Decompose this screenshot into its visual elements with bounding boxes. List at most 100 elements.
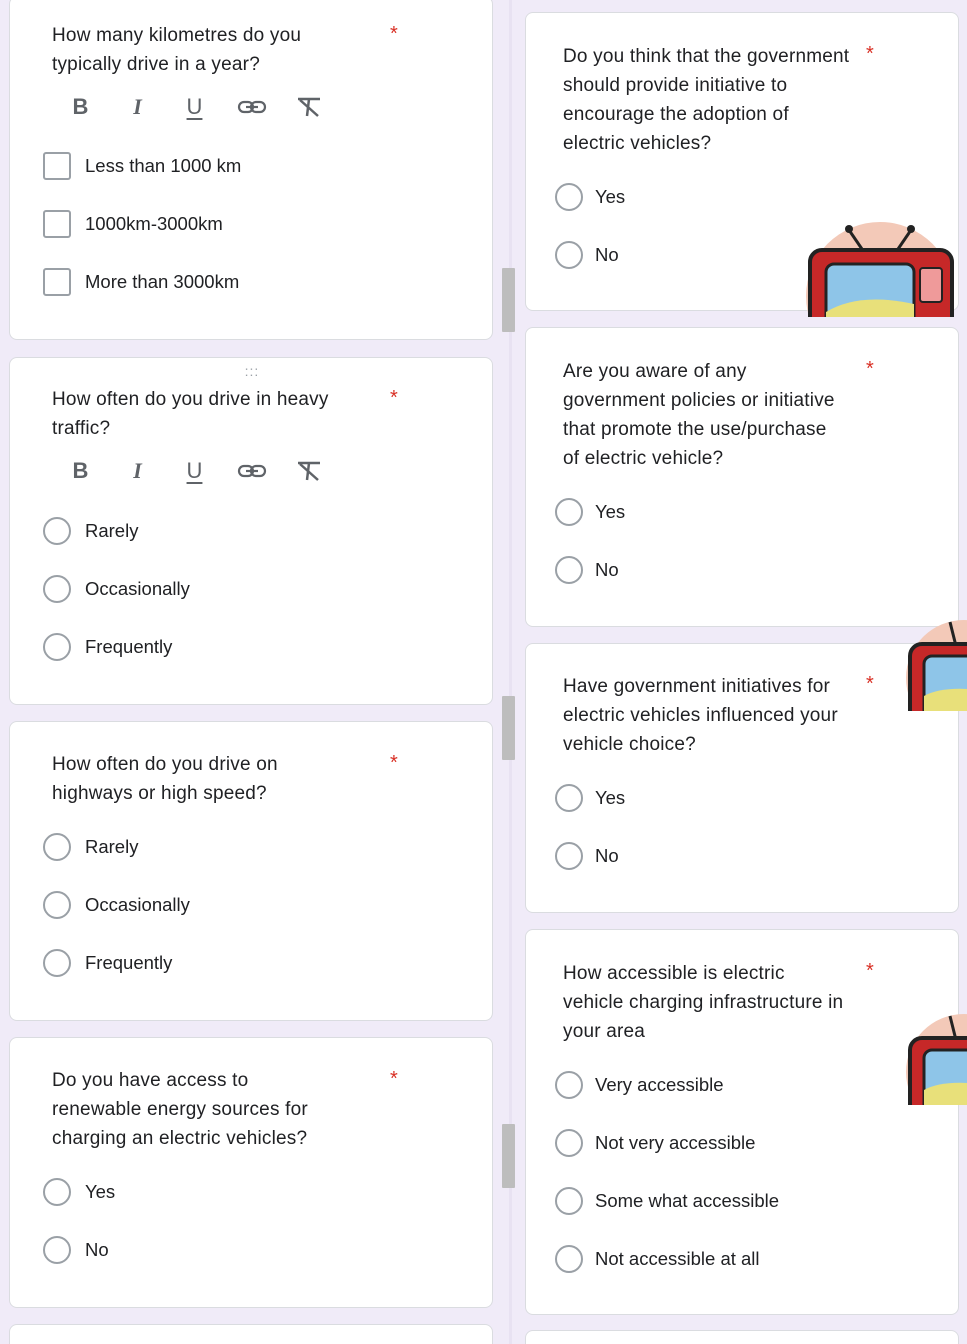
bold-icon: B	[72, 94, 89, 119]
option-row[interactable]: No	[555, 240, 619, 270]
option-row[interactable]: Some what accessible	[555, 1186, 779, 1216]
option-row[interactable]: Frequently	[43, 948, 172, 978]
option-row[interactable]: Occasionally	[43, 574, 190, 604]
option-label: Not very accessible	[595, 1132, 756, 1153]
option-label: Yes	[595, 787, 626, 808]
question-title-line: electric vehicles influenced your	[563, 705, 838, 726]
option-label: Some what accessible	[595, 1190, 780, 1211]
option-row[interactable]: Rarely	[43, 832, 138, 862]
question-title: Do you think that the government should …	[563, 42, 849, 158]
option-row[interactable]: Less than 1000 km	[43, 151, 241, 181]
option-row[interactable]: Frequently	[43, 632, 172, 662]
option-row[interactable]: 1000km-3000km	[43, 209, 223, 239]
checkbox[interactable]	[43, 152, 71, 180]
underline-icon: U	[186, 458, 203, 483]
required-asterisk: *	[866, 358, 874, 380]
link-button[interactable]	[223, 90, 280, 124]
question-title: Have government initiatives for electric…	[563, 672, 838, 759]
option-row[interactable]: Yes	[555, 783, 625, 813]
option-label: Very accessible	[595, 1074, 724, 1095]
radio-button[interactable]	[43, 575, 71, 603]
required-asterisk: *	[866, 43, 874, 65]
option-label: Yes	[85, 1181, 116, 1202]
underline-icon: U	[186, 94, 203, 119]
question-card-next[interactable]	[9, 1324, 493, 1344]
question-title: How often do you drive on highways or hi…	[52, 750, 278, 808]
radio-button[interactable]	[555, 241, 583, 269]
question-title-line: Have government initiatives for	[563, 676, 831, 697]
option-label: No	[595, 845, 619, 866]
clear-format-button[interactable]	[280, 454, 337, 488]
format-toolbar: B I U	[52, 90, 337, 124]
radio-button[interactable]	[43, 891, 71, 919]
radio-button[interactable]	[555, 1245, 583, 1273]
link-button[interactable]	[223, 454, 280, 488]
radio-button[interactable]	[43, 949, 71, 977]
question-title-line: should provide initiative to	[563, 75, 788, 96]
required-asterisk: *	[390, 387, 398, 409]
required-asterisk: *	[866, 673, 874, 695]
option-row[interactable]: Not accessible at all	[555, 1244, 760, 1274]
question-title: Are you aware of any government policies…	[563, 357, 835, 473]
option-row[interactable]: No	[555, 555, 619, 585]
question-card-next[interactable]	[525, 1330, 959, 1344]
checkbox[interactable]	[43, 210, 71, 238]
option-row[interactable]: Rarely	[43, 516, 138, 546]
link-icon	[237, 100, 266, 114]
option-label: More than 3000km	[85, 271, 240, 292]
italic-icon: I	[133, 458, 142, 483]
option-label: Occasionally	[85, 578, 190, 599]
tv-sticker-icon	[906, 618, 967, 711]
underline-button[interactable]: U	[166, 90, 223, 124]
radio-button[interactable]	[43, 833, 71, 861]
right-column: Do you think that the government should …	[512, 0, 967, 1344]
italic-button[interactable]: I	[109, 90, 166, 124]
option-row[interactable]: Yes	[555, 182, 625, 212]
radio-button[interactable]	[555, 183, 583, 211]
question-title-line: traffic?	[52, 418, 111, 439]
option-label: Less than 1000 km	[85, 155, 242, 176]
option-row[interactable]: Yes	[555, 497, 625, 527]
question-title-line: your area	[563, 1021, 646, 1042]
required-asterisk: *	[390, 752, 398, 774]
bold-button[interactable]: B	[52, 90, 109, 124]
radio-button[interactable]	[555, 842, 583, 870]
radio-button[interactable]	[43, 517, 71, 545]
radio-button[interactable]	[43, 1178, 71, 1206]
radio-button[interactable]	[555, 556, 583, 584]
tv-sticker-icon	[804, 222, 954, 317]
option-row[interactable]: Yes	[43, 1177, 115, 1207]
drag-handle-icon[interactable]: :::	[237, 364, 267, 378]
option-label: Frequently	[85, 952, 173, 973]
radio-button[interactable]	[555, 1187, 583, 1215]
checkbox[interactable]	[43, 268, 71, 296]
option-row[interactable]: Very accessible	[555, 1070, 724, 1100]
question-title: How accessible is electric vehicle charg…	[563, 959, 843, 1046]
question-title-line: How often do you drive on	[52, 754, 278, 775]
radio-button[interactable]	[555, 498, 583, 526]
option-label: No	[85, 1239, 109, 1260]
radio-button[interactable]	[555, 1129, 583, 1157]
clear-format-button[interactable]	[280, 90, 337, 124]
radio-button[interactable]	[43, 1236, 71, 1264]
question-title-line: highways or high speed?	[52, 783, 267, 804]
clear-format-icon	[297, 461, 320, 481]
option-row[interactable]: No	[43, 1235, 109, 1265]
option-row[interactable]: Not very accessible	[555, 1128, 755, 1158]
radio-button[interactable]	[555, 1071, 583, 1099]
option-label: Rarely	[85, 836, 139, 857]
option-row[interactable]: More than 3000km	[43, 267, 239, 297]
bold-button[interactable]: B	[52, 454, 109, 488]
question-title-line: typically drive in a year?	[52, 54, 260, 75]
question-title: How many kilometres do you typically dri…	[52, 21, 301, 79]
bold-icon: B	[72, 458, 89, 483]
option-label: Frequently	[85, 636, 173, 657]
question-title-line: renewable energy sources for	[52, 1099, 308, 1120]
underline-button[interactable]: U	[166, 454, 223, 488]
radio-button[interactable]	[555, 784, 583, 812]
radio-button[interactable]	[43, 633, 71, 661]
option-row[interactable]: No	[555, 841, 619, 871]
option-row[interactable]: Occasionally	[43, 890, 190, 920]
question-title-line: encourage the adoption of	[563, 104, 789, 125]
italic-button[interactable]: I	[109, 454, 166, 488]
